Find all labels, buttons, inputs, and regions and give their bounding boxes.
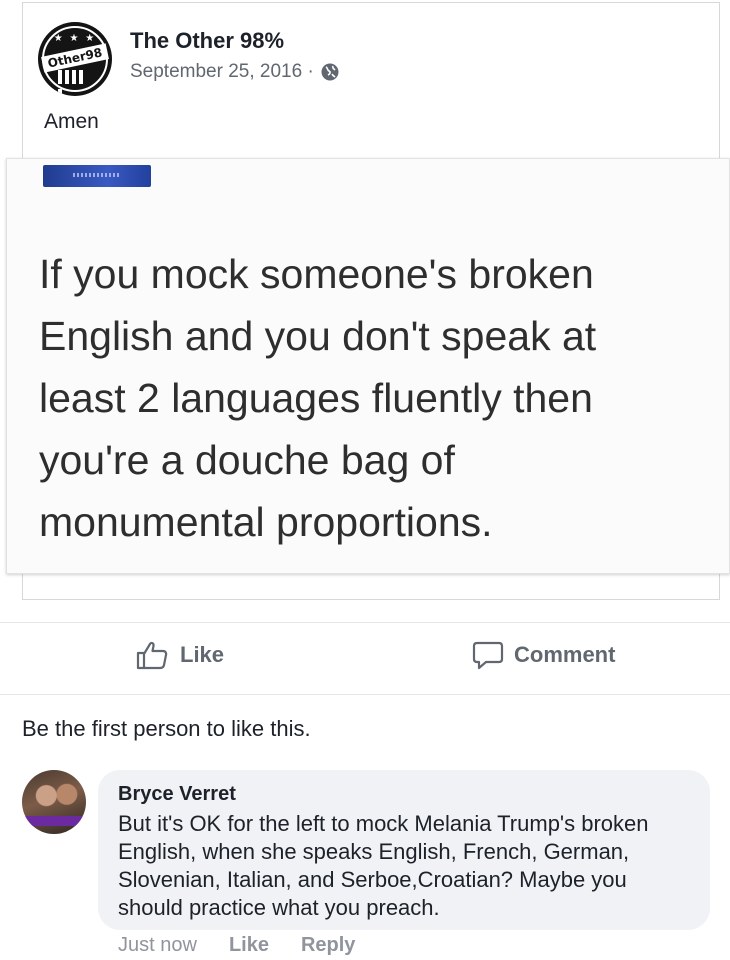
comment-like-link[interactable]: Like [229, 934, 269, 957]
like-button[interactable]: Like [136, 640, 224, 670]
post-author-name[interactable]: The Other 98% [130, 28, 284, 54]
avatar-badge [22, 816, 86, 826]
action-divider-top [0, 622, 730, 623]
comment-bubble: Bryce Verret But it's OK for the left to… [98, 770, 710, 930]
comment-label: Comment [514, 642, 616, 667]
comment-reply-link[interactable]: Reply [301, 934, 355, 957]
comment-text: But it's OK for the left to mock Melania… [118, 811, 649, 920]
avatar-stripes [58, 70, 92, 96]
post-meta: September 25, 2016 · [130, 61, 340, 83]
page-avatar[interactable]: ★ ★ ★ Other98 [38, 22, 112, 96]
thumbs-up-icon [136, 641, 168, 670]
action-divider-bottom [0, 694, 730, 695]
comment-icon [472, 641, 504, 670]
avatar-stars: ★ ★ ★ [53, 33, 97, 44]
post-date[interactable]: September 25, 2016 · [130, 61, 314, 83]
commenter-avatar[interactable] [22, 770, 86, 834]
comment-button[interactable]: Comment [472, 640, 615, 670]
likes-summary: Be the first person to like this. [22, 716, 311, 741]
commenter-name[interactable]: Bryce Verret [118, 782, 690, 806]
post-image[interactable]: If you mock someone's broken English and… [6, 158, 730, 574]
post-text: Amen [44, 110, 99, 133]
image-banner [43, 165, 151, 187]
like-label: Like [180, 642, 225, 667]
comment-actions: Just now Like Reply [118, 934, 387, 957]
globe-icon [320, 62, 340, 82]
image-quote-text: If you mock someone's broken English and… [39, 251, 597, 545]
comment-timestamp[interactable]: Just now [118, 934, 197, 957]
